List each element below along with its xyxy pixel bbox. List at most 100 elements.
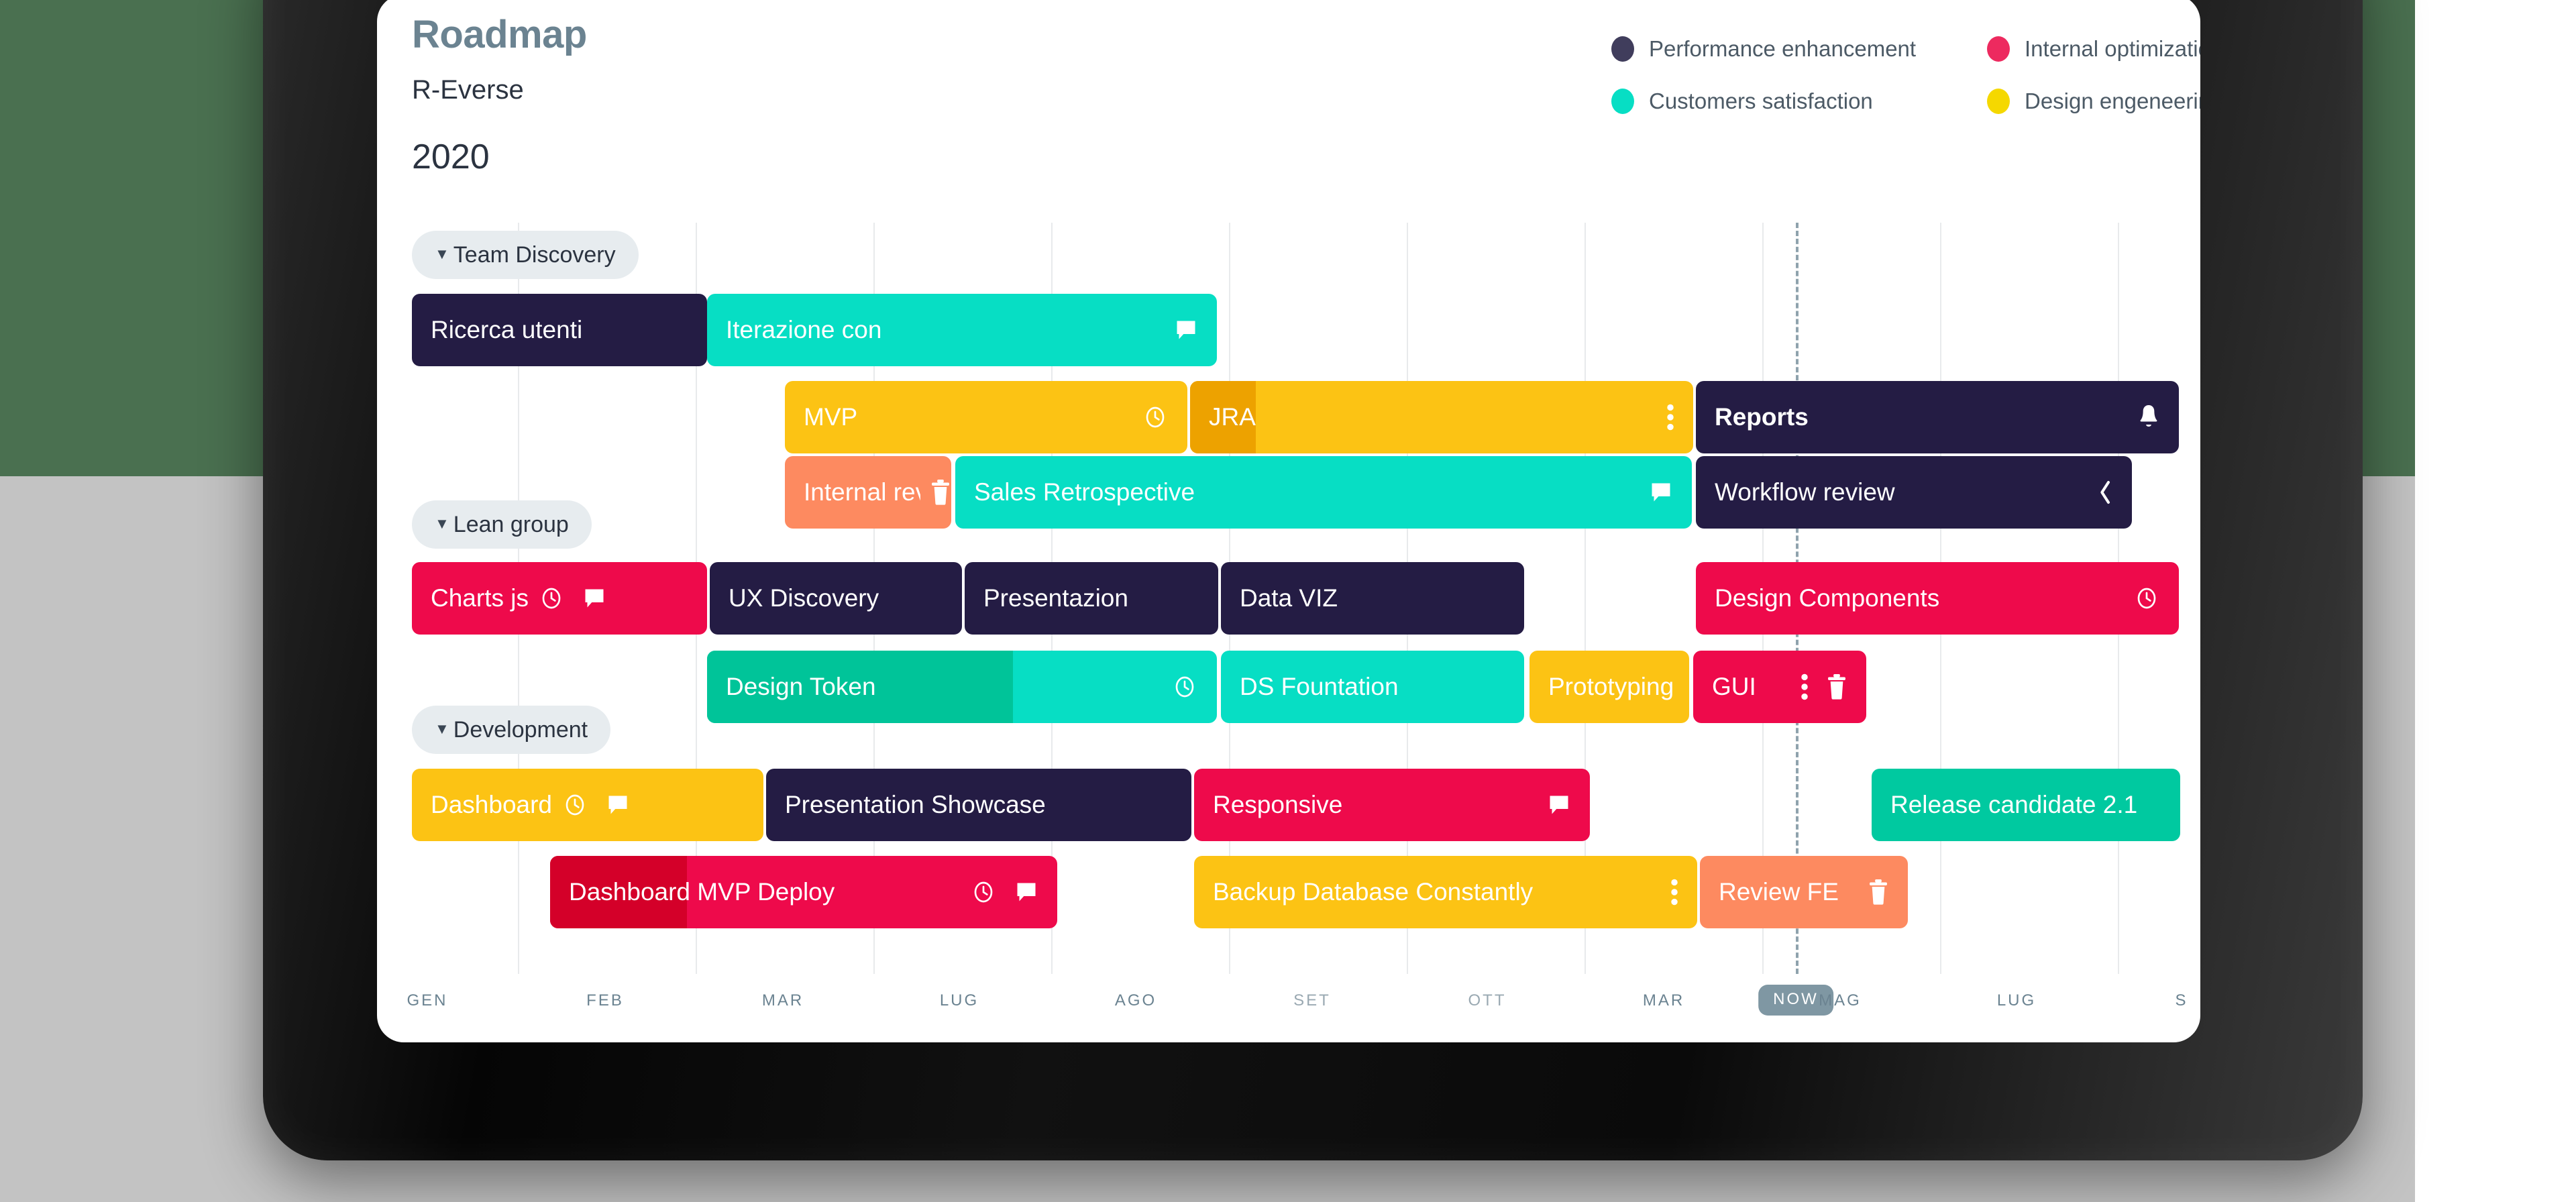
clock-icon[interactable]: [1171, 673, 1198, 700]
trash-icon[interactable]: [930, 480, 951, 505]
group-pill[interactable]: ▼ Team Discovery: [412, 231, 639, 279]
clock-icon[interactable]: [538, 585, 565, 612]
comment-icon[interactable]: [1649, 480, 1673, 504]
task-bar-label: Design Token: [726, 673, 876, 700]
kebab-icon[interactable]: [1666, 404, 1674, 431]
legend-item[interactable]: Performance enhancement: [1611, 36, 1987, 62]
task-bar-label: Presentazion: [983, 584, 1128, 612]
task-bar[interactable]: Dashboard MVP Deploy: [550, 856, 1057, 928]
task-bar-label: Reports: [1715, 403, 1809, 431]
clock-icon[interactable]: [970, 879, 997, 906]
task-bar-label: Workflow review: [1715, 478, 1895, 506]
task-bar[interactable]: GUI: [1693, 651, 1866, 723]
axis-tick: S: [2175, 991, 2188, 1009]
task-bar-label: Backup Database Constantly: [1213, 878, 1534, 906]
task-bar[interactable]: Presentation Showcase: [766, 769, 1191, 841]
legend-item-label: Internal optimization: [2025, 36, 2200, 61]
axis-tick: AGO: [1114, 991, 1157, 1009]
task-bar-icons: [2137, 404, 2179, 431]
chevron-down-icon[interactable]: ▼: [435, 247, 449, 262]
task-bar-icons: [538, 585, 606, 612]
axis-tick: OTT: [1468, 991, 1507, 1009]
task-bar-label: UX Discovery: [729, 584, 879, 612]
axis-tick: LUG: [1996, 991, 2037, 1009]
task-bar-icons: [1649, 480, 1692, 504]
task-bar[interactable]: Reports: [1696, 381, 2179, 453]
project-subtitle: R-Everse: [412, 74, 524, 105]
group-pill-label: Lean group: [453, 511, 569, 537]
legend-item[interactable]: Design engeneering: [1987, 89, 2200, 114]
task-bar-label: Design Components: [1715, 584, 1940, 612]
kebab-icon[interactable]: [1801, 673, 1809, 700]
task-bar-icons: [2133, 585, 2179, 612]
comment-icon[interactable]: [606, 793, 630, 817]
task-bar-label: Iterazione con: [726, 316, 882, 343]
trash-icon[interactable]: [1868, 879, 1889, 905]
task-bar[interactable]: Workflow review: [1696, 456, 2132, 529]
task-bar-icons: [930, 480, 951, 505]
comment-icon[interactable]: [1014, 880, 1038, 904]
task-bar-icons: [1868, 879, 1908, 905]
task-bar[interactable]: Review FE: [1700, 856, 1908, 928]
task-bar[interactable]: Design Token: [707, 651, 1217, 723]
gantt-chart: ▼ Team Discovery ▼ Lean group ▼ Development R…: [377, 223, 2200, 1042]
task-bar[interactable]: Iterazione con: [707, 294, 1217, 366]
task-bar-icons: [2097, 479, 2132, 506]
task-bar[interactable]: Sales Retrospective: [955, 456, 1692, 529]
task-bar-icons: [970, 879, 1057, 906]
legend-color-dot: [1611, 36, 1634, 62]
group-pill[interactable]: ▼ Lean group: [412, 500, 592, 549]
legend-color-dot: [1611, 89, 1634, 114]
trash-icon[interactable]: [1826, 674, 1847, 700]
task-bar-icons: [1174, 318, 1217, 342]
legend-item[interactable]: Internal optimization: [1987, 36, 2200, 62]
task-bar-icons: [1801, 673, 1866, 700]
task-bar[interactable]: Backup Database Constantly: [1194, 856, 1697, 928]
bell-icon[interactable]: [2137, 404, 2160, 431]
task-bar-label: DS Fountation: [1240, 673, 1399, 700]
task-bar[interactable]: Responsive: [1194, 769, 1590, 841]
task-bar[interactable]: Charts js: [412, 562, 707, 635]
task-bar[interactable]: Ricerca utenti: [412, 294, 707, 366]
chevron-down-icon[interactable]: ▼: [435, 516, 449, 531]
task-bar-label: Data VIZ: [1240, 584, 1338, 612]
task-bar-label: Review FE: [1719, 878, 1839, 906]
task-bar[interactable]: Internal review: [785, 456, 951, 529]
task-bar[interactable]: Data VIZ: [1221, 562, 1524, 635]
comment-icon[interactable]: [1174, 318, 1198, 342]
task-bar-label: Charts js: [431, 584, 529, 612]
task-bar[interactable]: DS Fountation: [1221, 651, 1524, 723]
clock-icon[interactable]: [2133, 585, 2160, 612]
roadmap-app-card: Roadmap R-Everse 2020 Performance enhanc…: [377, 0, 2200, 1042]
chevron-down-icon[interactable]: ▼: [435, 722, 449, 736]
task-bar[interactable]: Release candidate 2.1: [1872, 769, 2180, 841]
legend-item-label: Design engeneering: [2025, 89, 2200, 113]
timeline-axis[interactable]: NOW GEN FEB MAR LUG AGO SET OTT MAR MAG LUG S: [377, 979, 2200, 1042]
task-bar-label: Ricerca utenti: [431, 316, 583, 343]
comment-icon[interactable]: [1547, 793, 1571, 817]
clock-icon[interactable]: [561, 791, 588, 818]
axis-tick: LUG: [939, 991, 979, 1009]
task-bar[interactable]: Presentazion: [965, 562, 1218, 635]
group-pill[interactable]: ▼ Development: [412, 706, 611, 754]
kebab-icon[interactable]: [1670, 879, 1678, 906]
group-pill-label: Team Discovery: [453, 241, 616, 268]
clock-icon[interactable]: [1142, 404, 1169, 431]
task-bar[interactable]: Design Components: [1696, 562, 2179, 635]
task-bar[interactable]: Dashboard: [412, 769, 763, 841]
group-pill-label: Development: [453, 716, 588, 743]
task-bar[interactable]: Prototyping: [1529, 651, 1689, 723]
task-bar[interactable]: UX Discovery: [710, 562, 962, 635]
legend-color-dot: [1987, 36, 2010, 62]
axis-tick: GEN: [407, 991, 448, 1009]
axis-tick: FEB: [586, 991, 624, 1009]
axis-tick: MAR: [761, 991, 804, 1009]
task-bar-label: Sales Retrospective: [974, 478, 1195, 506]
legend-color-dot: [1987, 89, 2010, 114]
chevron-left-icon[interactable]: [2097, 479, 2113, 506]
legend-item[interactable]: Customers satisfaction: [1611, 89, 1987, 114]
task-bar[interactable]: MVP: [785, 381, 1187, 453]
task-bar-label: GUI: [1712, 673, 1756, 700]
task-bar[interactable]: JRA: [1190, 381, 1693, 453]
comment-icon[interactable]: [582, 586, 606, 610]
